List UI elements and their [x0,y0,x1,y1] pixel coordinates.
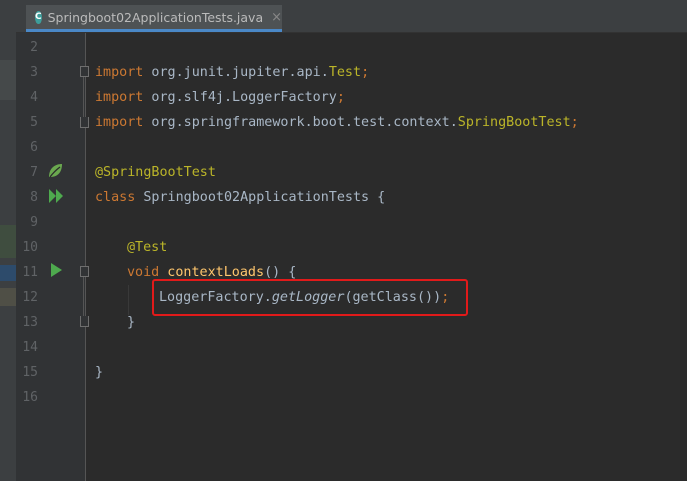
line-number: 4 [30,90,38,105]
spring-bean-icon[interactable] [46,162,64,180]
line-number: 16 [22,390,38,405]
code-line-10: @Test [127,240,168,255]
code-line-7: @SpringBootTest [95,165,216,180]
line-number: 5 [30,115,38,130]
line-number: 9 [30,215,38,230]
line-number: 12 [22,290,38,305]
annotation-highlight-box [152,279,468,316]
line-number: 15 [22,365,38,380]
line-number: 3 [30,65,38,80]
tab-springboot02applicationtests[interactable]: C Springboot02ApplicationTests.java × [26,5,282,32]
tab-label: Springboot02ApplicationTests.java [47,9,264,25]
line-number: 11 [22,265,38,280]
panel-block-selected [0,265,16,281]
code-line-4: import org.slf4j.LoggerFactory; [95,90,345,105]
project-panel-strip [0,0,16,481]
line-number: 14 [22,340,38,355]
line-number: 2 [30,40,38,55]
code-line-15: } [95,365,104,380]
run-all-tests-icon[interactable] [48,188,66,204]
indent-guide [128,285,129,315]
fold-marker[interactable] [80,117,89,128]
editor-tab-bar: C Springboot02ApplicationTests.java × [16,0,687,33]
fold-marker[interactable] [80,266,89,277]
line-number: 7 [30,165,38,180]
run-test-icon[interactable] [50,262,64,278]
line-number: 6 [30,140,38,155]
panel-block [0,225,16,258]
code-line-5: import org.springframework.boot.test.con… [95,115,579,130]
close-icon[interactable]: × [271,10,282,25]
fold-guide [83,277,84,316]
line-number: 13 [22,315,38,330]
code-line-3: import org.junit.jupiter.api.Test; [95,65,370,80]
code-line-8: class Springboot02ApplicationTests { [95,190,386,205]
panel-block [0,60,16,100]
code-line-13: } [127,315,136,330]
gutter-divider [85,33,86,481]
line-number: 8 [30,190,38,205]
fold-guide [83,77,84,117]
fold-marker[interactable] [80,316,89,327]
line-number: 10 [22,240,38,255]
panel-block [0,288,16,306]
java-class-icon: C [35,10,42,24]
fold-marker[interactable] [80,66,89,77]
